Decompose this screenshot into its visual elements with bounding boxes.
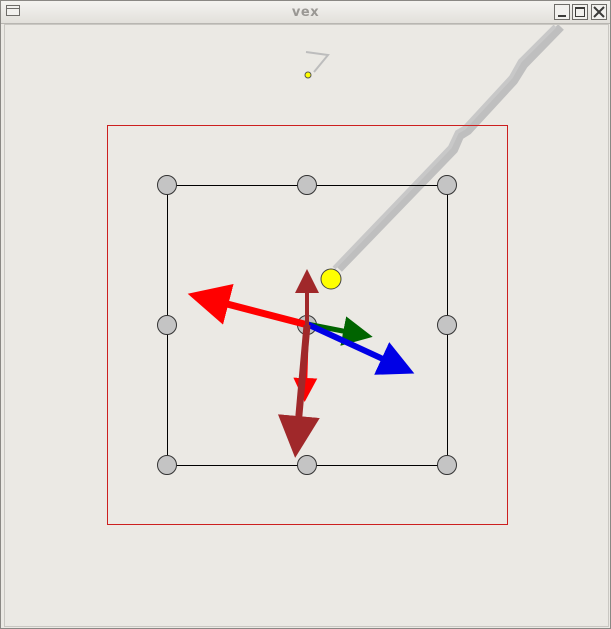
title-bar[interactable]: vex bbox=[1, 1, 610, 24]
handle-bottom-right[interactable] bbox=[437, 455, 457, 475]
handle-bottom-center[interactable] bbox=[297, 455, 317, 475]
yellow-marker[interactable] bbox=[320, 268, 342, 290]
small-marker[interactable] bbox=[304, 71, 312, 79]
scene-svg[interactable] bbox=[5, 25, 608, 626]
blue-arrow[interactable] bbox=[305, 321, 415, 375]
handle-middle-left[interactable] bbox=[157, 315, 177, 335]
handle-top-right[interactable] bbox=[437, 175, 457, 195]
close-button[interactable] bbox=[591, 4, 607, 20]
drawing-canvas[interactable] bbox=[4, 24, 609, 627]
close-icon bbox=[593, 6, 605, 18]
handle-middle-right[interactable] bbox=[437, 315, 457, 335]
small-trace bbox=[305, 51, 330, 73]
dark-red-arrow-down[interactable] bbox=[277, 324, 320, 458]
handle-top-center[interactable] bbox=[297, 175, 317, 195]
minimize-button[interactable] bbox=[554, 4, 570, 20]
handle-top-left[interactable] bbox=[157, 175, 177, 195]
window-title: vex bbox=[291, 5, 320, 20]
handle-bottom-left[interactable] bbox=[157, 455, 177, 475]
app-window: vex bbox=[0, 0, 611, 629]
maximize-button[interactable] bbox=[572, 4, 588, 20]
red-arrow-left[interactable] bbox=[187, 283, 309, 329]
